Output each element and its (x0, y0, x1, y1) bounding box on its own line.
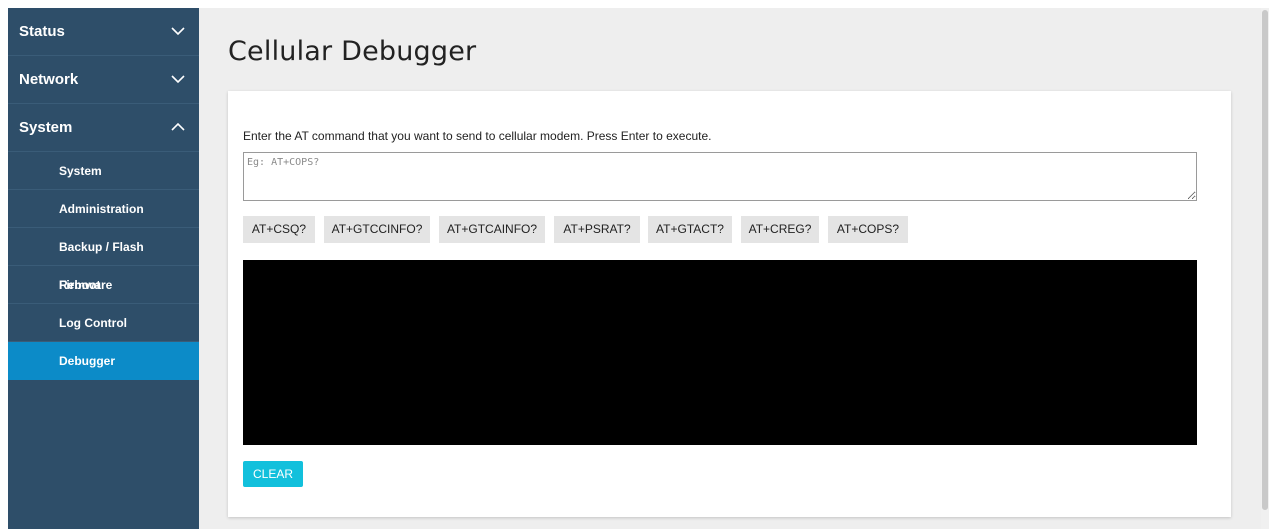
quick-command-at-gtcainfo-button[interactable]: AT+GTCAINFO? (439, 216, 545, 243)
quick-command-at-psrat-button[interactable]: AT+PSRAT? (554, 216, 640, 243)
sidebar-section-system[interactable]: System (8, 104, 199, 152)
at-command-input[interactable] (243, 152, 1197, 201)
sidebar-section-network[interactable]: Network (8, 56, 199, 104)
sidebar-item-system[interactable]: System (8, 152, 199, 190)
sidebar-section-label: System (19, 119, 73, 136)
page-scrollbar[interactable] (1261, 8, 1269, 529)
sidebar-section-label: Status (19, 23, 65, 40)
quick-command-at-cops-button[interactable]: AT+COPS? (828, 216, 908, 243)
app-frame: Status Network System System Administrat… (8, 8, 1269, 529)
quick-command-at-gtccinfo-button[interactable]: AT+GTCCINFO? (324, 216, 430, 243)
chevron-down-icon (171, 27, 185, 36)
main-content: Cellular Debugger Enter the AT command t… (199, 8, 1261, 529)
sidebar-section-status[interactable]: Status (8, 8, 199, 56)
sidebar-item-administration[interactable]: Administration (8, 190, 199, 228)
chevron-down-icon (171, 75, 185, 84)
scrollbar-thumb[interactable] (1262, 10, 1268, 510)
instructions-text: Enter the AT command that you want to se… (243, 129, 712, 143)
debugger-card: Enter the AT command that you want to se… (228, 91, 1231, 517)
chevron-up-icon (171, 122, 185, 131)
sidebar-section-label: Network (19, 71, 79, 88)
sidebar: Status Network System System Administrat… (8, 8, 199, 529)
sidebar-item-log-control[interactable]: Log Control (8, 304, 199, 342)
sidebar-item-debugger[interactable]: Debugger (8, 342, 199, 380)
sidebar-item-backup-flash-firmware[interactable]: Backup / Flash Firmware (8, 228, 199, 292)
terminal-output (243, 260, 1197, 445)
quick-command-at-creg-button[interactable]: AT+CREG? (741, 216, 819, 243)
quick-command-at-csq-button[interactable]: AT+CSQ? (243, 216, 315, 243)
quick-command-at-gtact-button[interactable]: AT+GTACT? (648, 216, 732, 243)
page-title: Cellular Debugger (228, 36, 477, 67)
clear-button[interactable]: CLEAR (243, 461, 303, 487)
